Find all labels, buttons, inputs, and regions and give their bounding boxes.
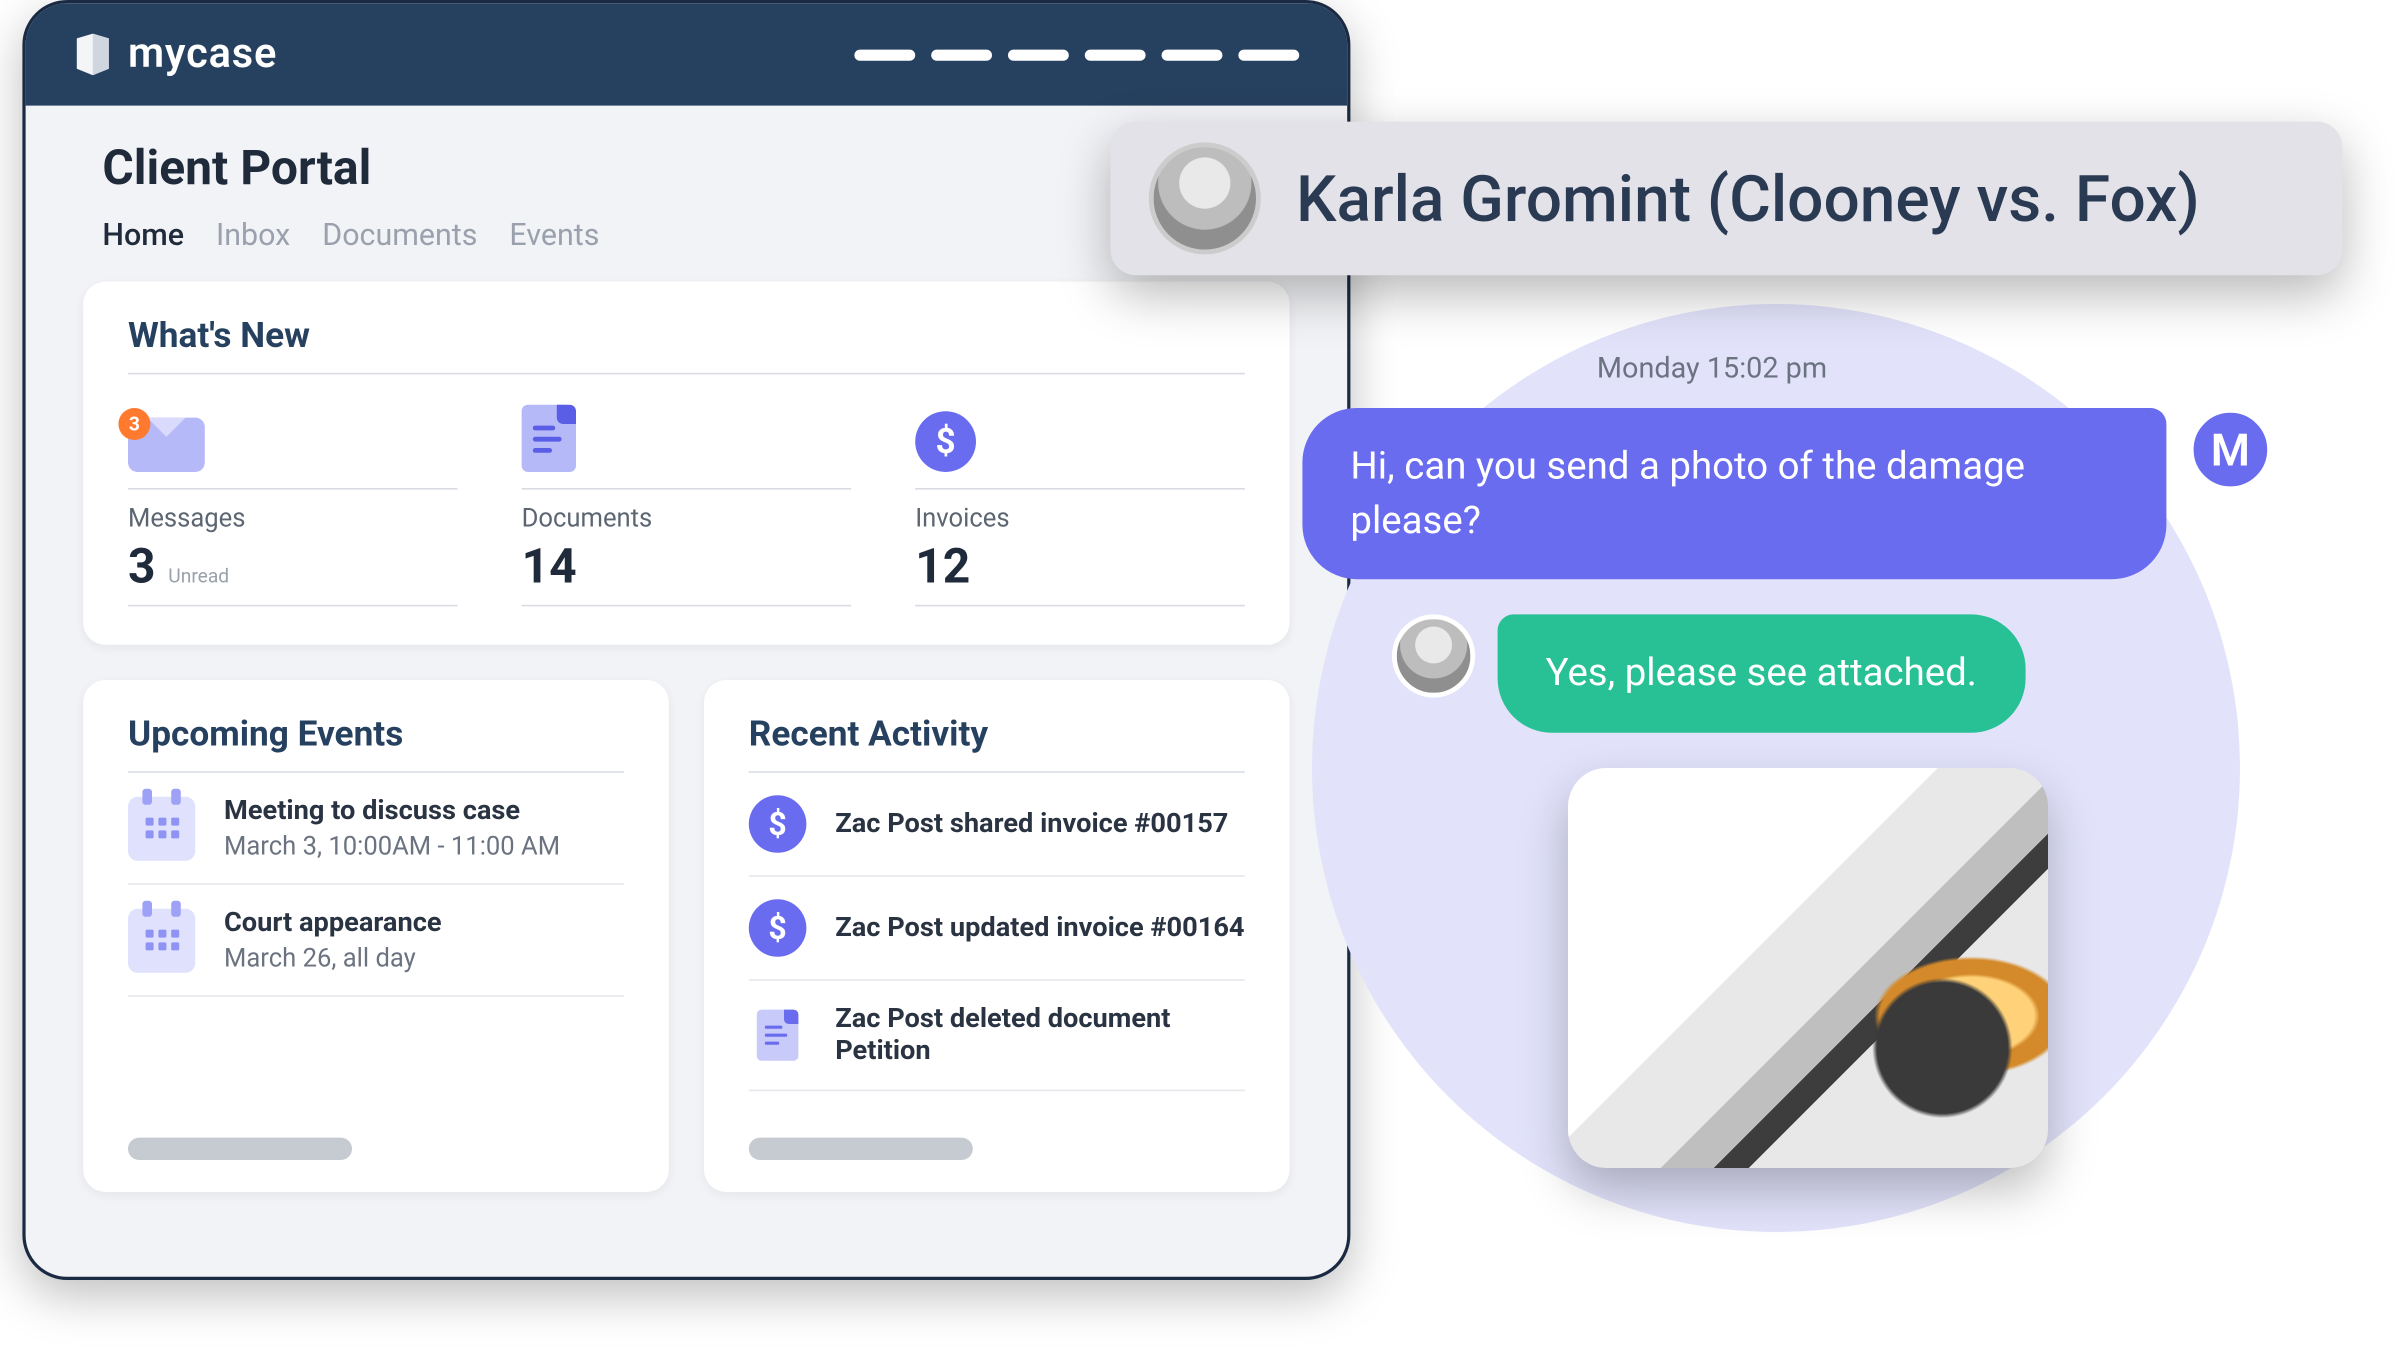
brand-name: mycase xyxy=(128,30,277,78)
tabs: Home Inbox Documents Events xyxy=(102,216,1270,253)
calendar-icon xyxy=(128,908,195,972)
calendar-icon xyxy=(128,796,195,860)
whats-new-card: What's New 3 Messages 3 Unread xyxy=(83,282,1289,645)
document-icon xyxy=(757,1010,799,1061)
title-bar: mycase xyxy=(26,3,1348,105)
wn-messages[interactable]: 3 Messages 3 Unread xyxy=(128,403,458,606)
message-row: Yes, please see attached. xyxy=(1392,615,2272,733)
contact-avatar xyxy=(1149,142,1261,254)
wn-documents[interactable]: Documents 14 xyxy=(522,403,852,606)
self-avatar xyxy=(1392,615,1475,698)
document-icon xyxy=(522,405,576,472)
contact-name: Karla Gromint (Clooney vs. Fox) xyxy=(1296,161,2200,236)
wn-messages-value: 3 xyxy=(128,539,156,595)
other-avatar: M xyxy=(2189,408,2272,491)
wn-messages-label: Messages xyxy=(128,502,458,532)
upcoming-title: Upcoming Events xyxy=(128,715,624,773)
message-row: Hi, can you send a photo of the damage p… xyxy=(1152,408,2272,580)
brand-logo-icon xyxy=(74,34,112,76)
event-title: Court appearance xyxy=(224,907,442,939)
event-row[interactable]: Meeting to discuss case March 3, 10:00AM… xyxy=(128,773,624,885)
dollar-icon: $ xyxy=(749,795,807,853)
tab-events[interactable]: Events xyxy=(509,216,599,253)
attachment-image[interactable] xyxy=(1568,768,2048,1168)
wn-documents-label: Documents xyxy=(522,502,852,532)
event-sub: March 26, all day xyxy=(224,942,442,972)
chat-timestamp: Monday 15:02 pm xyxy=(1152,352,2272,386)
tab-inbox[interactable]: Inbox xyxy=(216,216,290,253)
unread-badge: 3 xyxy=(118,408,150,440)
content: What's New 3 Messages 3 Unread xyxy=(26,253,1348,1240)
window-decor xyxy=(854,49,1299,60)
whats-new-title: What's New xyxy=(128,317,1245,375)
scrollbar[interactable] xyxy=(749,1138,973,1160)
message-bubble-self: Yes, please see attached. xyxy=(1498,615,2025,733)
page-title: Client Portal xyxy=(102,141,1270,197)
conversation-header[interactable]: Karla Gromint (Clooney vs. Fox) xyxy=(1110,122,2342,276)
tab-documents[interactable]: Documents xyxy=(322,216,477,253)
chat-panel: Monday 15:02 pm Hi, can you send a photo… xyxy=(1152,352,2272,1168)
tab-home[interactable]: Home xyxy=(102,216,184,253)
dollar-icon: $ xyxy=(915,411,976,472)
wn-documents-value: 14 xyxy=(522,539,852,595)
event-title: Meeting to discuss case xyxy=(224,795,560,827)
wn-messages-sub: Unread xyxy=(168,565,229,587)
scrollbar[interactable] xyxy=(128,1138,352,1160)
message-bubble-other: Hi, can you send a photo of the damage p… xyxy=(1302,408,2166,580)
upcoming-events-card: Upcoming Events Meeting to discuss case … xyxy=(83,680,669,1192)
brand: mycase xyxy=(74,30,278,78)
dollar-icon: $ xyxy=(749,899,807,957)
event-sub: March 3, 10:00AM - 11:00 AM xyxy=(224,830,560,860)
event-row[interactable]: Court appearance March 26, all day xyxy=(128,885,624,997)
